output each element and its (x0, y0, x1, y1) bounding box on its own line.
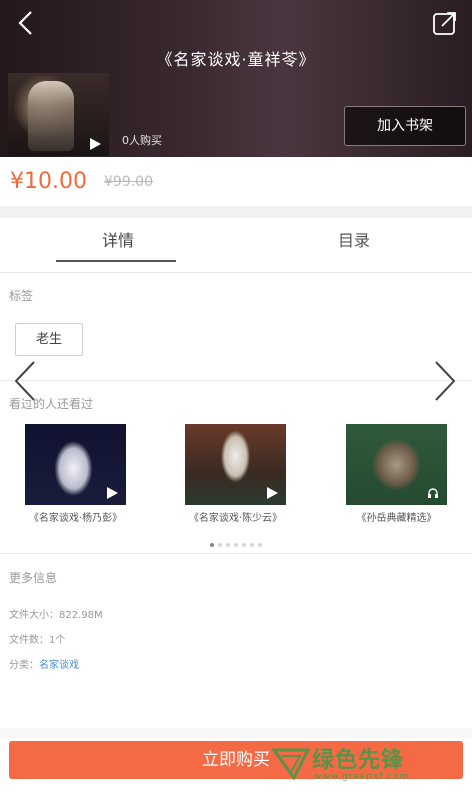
section-gap (0, 728, 472, 738)
back-icon[interactable] (12, 8, 42, 38)
watermark-url: www.greenxf.com (314, 772, 410, 782)
tab-bar: 详情 目录 (0, 218, 472, 273)
carousel-dot (242, 543, 246, 547)
current-price: ¥10.00 (10, 169, 87, 194)
tab-detail-label: 详情 (101, 231, 134, 250)
carousel-dot (250, 543, 254, 547)
divider (0, 380, 472, 381)
watermark-logo-icon (272, 748, 310, 781)
divider (0, 553, 472, 554)
carousel-dot (258, 543, 262, 547)
share-icon[interactable] (432, 10, 458, 36)
tab-active-indicator (56, 260, 176, 262)
chevron-left-icon[interactable] (10, 358, 40, 404)
category-label: 分类： (9, 660, 39, 671)
tag-chip[interactable]: 老生 (15, 323, 83, 356)
file-size: 文件大小：822.98M (9, 610, 103, 621)
play-icon (90, 138, 101, 150)
carousel-dot (210, 543, 214, 547)
related-title: 《名家谈戏·陈少云》 (188, 513, 283, 524)
headphone-icon (428, 488, 438, 498)
carousel-dots (210, 543, 266, 549)
tab-catalog-label: 目录 (337, 231, 370, 250)
related-thumbnail (185, 424, 286, 505)
add-to-shelf-button[interactable]: 加入书架 (344, 106, 466, 146)
page-title: 《名家谈戏·童祥苓》 (156, 50, 316, 69)
cover-figure (28, 81, 74, 151)
related-title: 《名家谈戏·杨乃彭》 (28, 513, 123, 524)
header: 《名家谈戏·童祥苓》 0人购买 加入书架 (0, 0, 472, 157)
category: 分类：名家谈戏 (9, 656, 79, 671)
more-info-heading: 更多信息 (9, 571, 58, 585)
chevron-right-icon[interactable] (430, 358, 460, 404)
play-icon (267, 487, 278, 499)
file-count: 文件数：1个 (9, 635, 66, 646)
section-gap (0, 206, 472, 218)
carousel-dot (218, 543, 222, 547)
related-thumbnail (25, 424, 126, 505)
tags-heading: 标签 (9, 289, 34, 303)
play-icon (107, 487, 118, 499)
original-price: ¥99.00 (104, 174, 153, 190)
price-row: ¥10.00 ¥99.00 (0, 157, 472, 206)
tab-detail[interactable]: 详情 (0, 218, 236, 272)
related-title: 《孙岳典藏精选》 (356, 513, 437, 524)
tab-catalog[interactable]: 目录 (236, 218, 472, 272)
cover-image[interactable] (8, 73, 109, 156)
related-item[interactable]: 《孙岳典藏精选》 (346, 424, 456, 526)
related-item[interactable]: 《名家谈戏·陈少云》 (185, 424, 295, 526)
related-thumbnail (346, 424, 447, 505)
category-link[interactable]: 名家谈戏 (39, 660, 79, 671)
carousel-dot (226, 543, 230, 547)
watermark: 绿色先锋 www.greenxf.com (272, 742, 467, 788)
buyer-count: 0人购买 (122, 134, 162, 147)
carousel-dot (234, 543, 238, 547)
related-item[interactable]: 《名家谈戏·杨乃彭》 (25, 424, 135, 526)
watermark-text: 绿色先锋 (312, 748, 405, 773)
